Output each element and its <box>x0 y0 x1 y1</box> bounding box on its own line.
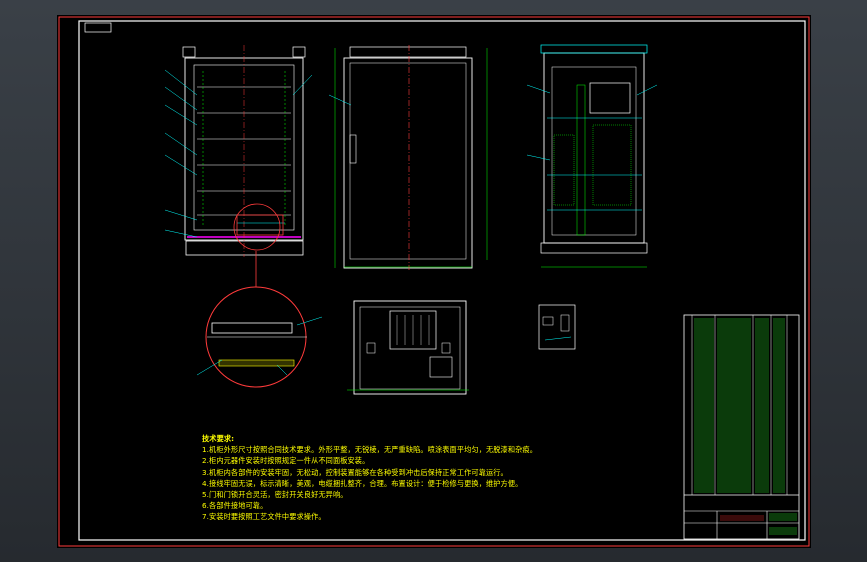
side-view <box>328 45 488 270</box>
corner-mark <box>84 22 112 33</box>
note-item: 5.门和门锁开合灵活，密封开关良好无异响。 <box>202 490 348 500</box>
note-item: 2.柜内元器件安装时按照规定一件从不同面板安装。 <box>202 456 370 466</box>
notes-title: 技术要求: <box>202 434 235 443</box>
front-view <box>164 45 313 257</box>
section-view <box>526 44 658 268</box>
symbol-detail <box>538 304 576 350</box>
note-item: 4.接线牢固无误，标示清晰，美观，电缆捆扎整齐，合理。布置设计：便于检修与更换，… <box>202 478 523 488</box>
note-item: 1.机柜外形尺寸按照合同技术要求。外形平整，无锐棱，无严重缺陷。喷涂表面平均匀，… <box>202 445 537 455</box>
note-item: 3.机柜内各部件的安装牢固，无松动，控制装置能够在各种受到冲击后保持正常工作可靠… <box>202 467 508 477</box>
title-block <box>683 314 800 540</box>
plan-view <box>347 300 469 395</box>
note-item: 6.各部件接地可靠。 <box>202 501 268 511</box>
note-item: 7.安装时要按照工艺文件中要求操作。 <box>202 512 326 522</box>
drawing-canvas[interactable]: 技术要求: 1.机柜外形尺寸按照合同技术要求。外形平整，无锐棱，无严重缺陷。喷涂… <box>57 15 811 548</box>
detail-view <box>196 251 323 388</box>
technical-notes: 技术要求: 1.机柜外形尺寸按照合同技术要求。外形平整，无锐棱，无严重缺陷。喷涂… <box>202 433 562 523</box>
